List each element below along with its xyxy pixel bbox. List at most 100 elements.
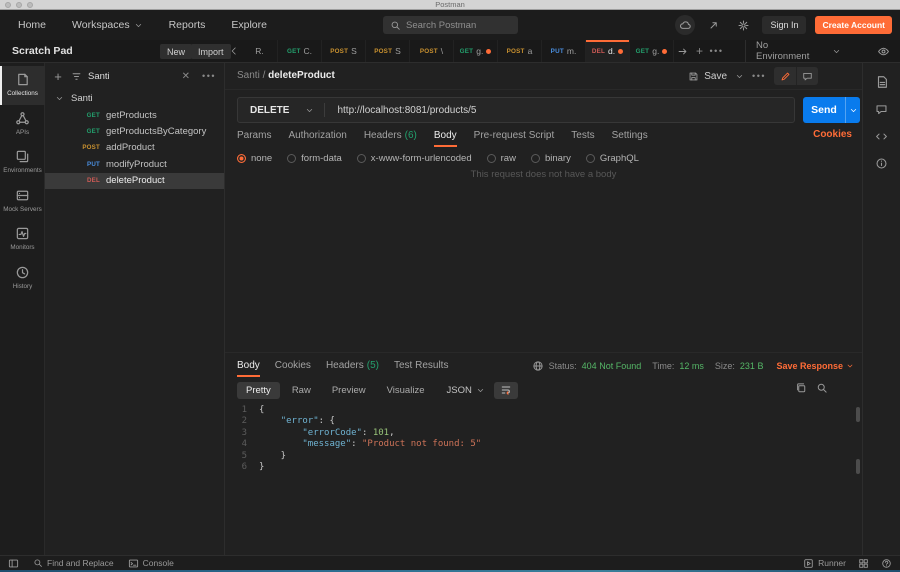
edit-pencil-icon[interactable]	[774, 67, 796, 85]
body-mode-form-data[interactable]: form-data	[287, 153, 342, 164]
url-input[interactable]: http://localhost:8081/products/5	[337, 105, 476, 116]
save-options-chevron-icon[interactable]	[735, 72, 744, 81]
open-request-tab[interactable]: POST\	[410, 40, 454, 62]
open-request-tab[interactable]: PUTm.	[542, 40, 586, 62]
method-selector[interactable]: DELETE	[250, 105, 289, 116]
method-chevron-icon[interactable]	[305, 106, 314, 115]
view-pretty[interactable]: Pretty	[237, 382, 280, 399]
response-body-code[interactable]: 1{2 "error": {3 "errorCode": 101,4 "mess…	[225, 405, 854, 555]
open-request-tab[interactable]: DELd.	[586, 40, 630, 62]
body-mode-none[interactable]: none	[237, 153, 272, 164]
view-raw[interactable]: Raw	[283, 382, 320, 399]
collection-menu-icon[interactable]: •••	[202, 71, 216, 81]
settings-gear-icon[interactable]	[733, 15, 753, 35]
open-request-tab[interactable]: GETg.	[454, 40, 498, 62]
environment-quick-look-icon[interactable]	[868, 40, 898, 62]
panes-grid-icon[interactable]	[858, 558, 869, 569]
filter-input[interactable]: Santi	[88, 71, 182, 82]
sidebar-item-monitors[interactable]: Monitors	[0, 220, 45, 259]
collection-request[interactable]: GETgetProducts	[45, 107, 224, 123]
search-input[interactable]: Search Postman	[383, 16, 518, 34]
sidebar-item-environments[interactable]: Environments	[0, 143, 45, 182]
add-collection-button[interactable]: +	[45, 69, 71, 84]
open-request-tab[interactable]: GETC.	[278, 40, 322, 62]
send-button[interactable]: Send	[803, 97, 860, 123]
tab-params[interactable]: Params	[237, 125, 271, 147]
scroll-tabs-left-icon[interactable]	[225, 40, 242, 62]
scroll-tabs-right-icon[interactable]	[674, 40, 691, 62]
capture-requests-icon[interactable]	[704, 15, 724, 35]
filter-icon[interactable]	[71, 71, 82, 82]
open-request-tab[interactable]: POSTS	[366, 40, 410, 62]
response-tab-headers[interactable]: Headers(5)	[326, 355, 379, 377]
runner-button[interactable]: Runner	[803, 558, 846, 569]
scrollbar-thumb[interactable]	[856, 407, 860, 422]
sign-in-button[interactable]: Sign In	[762, 16, 806, 34]
cookies-link[interactable]: Cookies	[813, 129, 852, 140]
sidebar-item-mock-servers[interactable]: Mock Servers	[0, 182, 45, 221]
body-mode-x-www-form-urlencoded[interactable]: x-www-form-urlencoded	[357, 153, 472, 164]
language-selector[interactable]: JSON	[446, 385, 484, 396]
sidebar-item-collections[interactable]: Collections	[0, 66, 45, 105]
response-tab-body[interactable]: Body	[237, 355, 260, 377]
sidebar-item-history[interactable]: History	[0, 259, 45, 298]
collection-request[interactable]: POSTaddProduct	[45, 140, 224, 156]
response-tab-cookies[interactable]: Cookies	[275, 355, 311, 377]
collection-request[interactable]: PUTmodifyProduct	[45, 156, 224, 172]
code-snippet-icon[interactable]	[875, 130, 888, 143]
nav-item-workspaces[interactable]: Workspaces	[72, 19, 143, 31]
sync-cloud-icon[interactable]	[675, 15, 695, 35]
maximize-window-icon[interactable]	[27, 2, 33, 8]
tab-tests[interactable]: Tests	[571, 125, 594, 147]
open-request-tab[interactable]: R.	[242, 40, 278, 62]
body-mode-raw[interactable]: raw	[487, 153, 516, 164]
collection-row[interactable]: Santi	[45, 89, 224, 107]
info-icon[interactable]	[875, 157, 888, 170]
open-request-tab[interactable]: POSTa	[498, 40, 542, 62]
console-button[interactable]: Console	[128, 558, 174, 569]
wrap-lines-button[interactable]	[494, 382, 518, 399]
request-menu-icon[interactable]: •••	[752, 71, 766, 81]
help-icon[interactable]	[881, 558, 892, 569]
save-button[interactable]: Save	[688, 71, 727, 82]
network-globe-icon[interactable]	[532, 360, 544, 372]
find-and-replace-button[interactable]: Find and Replace	[33, 558, 114, 568]
tab-settings[interactable]: Settings	[612, 125, 648, 147]
tab-headers[interactable]: Headers(6)	[364, 125, 417, 147]
nav-item-reports[interactable]: Reports	[169, 19, 206, 31]
new-tab-button[interactable]: +	[691, 40, 708, 62]
comment-icon[interactable]	[796, 67, 818, 85]
open-request-tab[interactable]: POSTS	[322, 40, 366, 62]
new-button[interactable]: New	[160, 44, 192, 59]
body-mode-GraphQL[interactable]: GraphQL	[586, 153, 639, 164]
send-options-chevron-icon[interactable]	[845, 97, 860, 123]
response-scrollbar[interactable]	[856, 407, 860, 551]
breadcrumb-collection[interactable]: Santi	[237, 70, 260, 81]
collection-expand-icon[interactable]	[55, 94, 64, 103]
clear-filter-icon[interactable]: ✕	[182, 71, 190, 82]
nav-item-home[interactable]: Home	[18, 19, 46, 31]
comments-icon[interactable]	[875, 103, 888, 116]
environment-selector[interactable]: No Environment	[745, 40, 862, 62]
scrollbar-thumb[interactable]	[856, 459, 860, 474]
save-response-button[interactable]: Save Response	[776, 361, 854, 371]
create-account-button[interactable]: Create Account	[815, 16, 892, 34]
response-tab-test-results[interactable]: Test Results	[394, 355, 448, 377]
collection-request[interactable]: GETgetProductsByCategory	[45, 123, 224, 139]
sidebar-item-apis[interactable]: APIs	[0, 105, 45, 144]
close-window-icon[interactable]	[5, 2, 11, 8]
tab-body[interactable]: Body	[434, 125, 457, 147]
body-mode-binary[interactable]: binary	[531, 153, 571, 164]
search-response-icon[interactable]	[816, 382, 828, 394]
collection-request[interactable]: DELdeleteProduct	[45, 173, 224, 189]
view-visualize[interactable]: Visualize	[378, 382, 434, 399]
documentation-icon[interactable]	[875, 75, 889, 89]
copy-icon[interactable]	[795, 382, 807, 394]
nav-item-explore[interactable]: Explore	[231, 19, 267, 31]
tab-options-icon[interactable]: •••	[708, 40, 725, 62]
toggle-sidebar-icon[interactable]	[8, 558, 19, 569]
tab-pre-request-script[interactable]: Pre-request Script	[474, 125, 555, 147]
view-preview[interactable]: Preview	[323, 382, 375, 399]
minimize-window-icon[interactable]	[16, 2, 22, 8]
tab-authorization[interactable]: Authorization	[288, 125, 346, 147]
